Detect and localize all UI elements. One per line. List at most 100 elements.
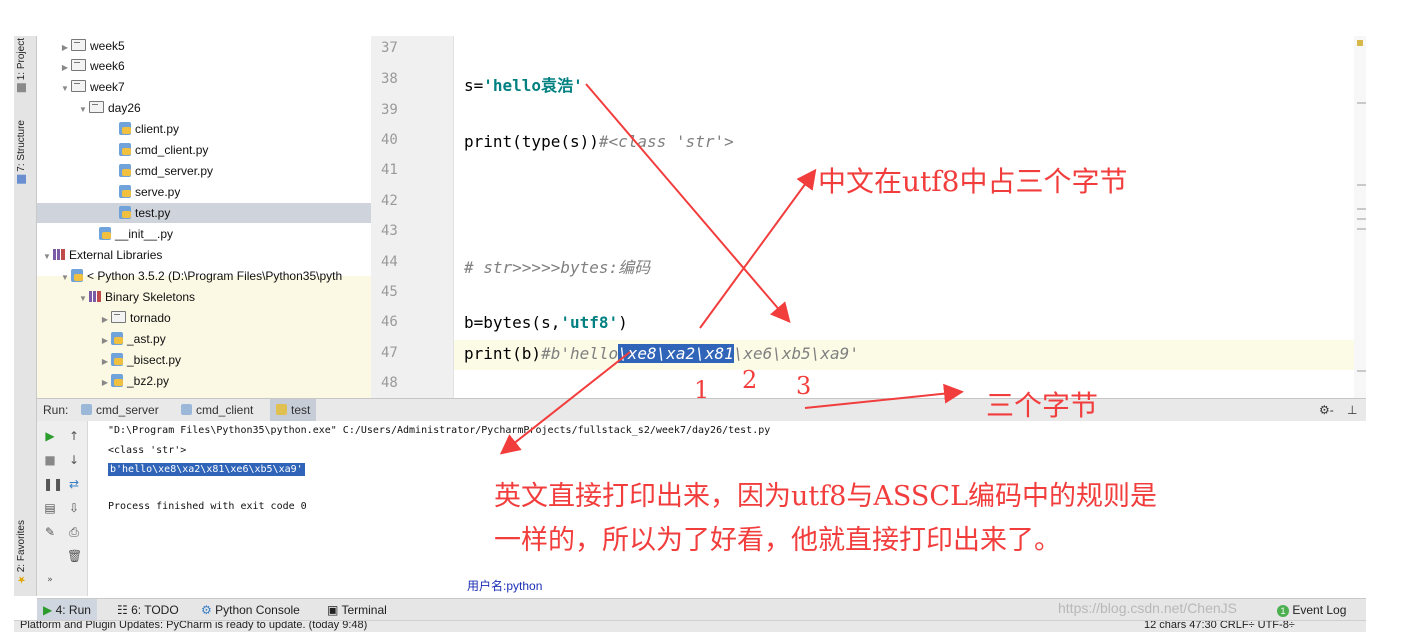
tree-item-selected[interactable]: test.py xyxy=(37,203,371,223)
line-number: 47 xyxy=(381,345,398,361)
line-number: 42 xyxy=(381,193,398,209)
line-number: 40 xyxy=(381,132,398,148)
python-file-icon xyxy=(119,164,131,177)
annotation-number-1: 1 xyxy=(694,376,710,404)
tree-item[interactable]: cmd_server.py xyxy=(37,161,371,181)
console-output: <class 'str'> xyxy=(108,445,187,456)
print-icon[interactable]: ⎙ xyxy=(67,525,81,539)
event-log-button[interactable]: 1 Event Log xyxy=(1277,599,1346,621)
python-file-icon xyxy=(119,206,131,219)
tree-item[interactable]: ▼ External Libraries xyxy=(37,245,371,265)
folder-icon xyxy=(111,311,126,323)
terminal-icon: ▣ xyxy=(327,603,339,617)
pause-icon[interactable]: ❚❚ xyxy=(43,477,63,491)
stop-icon[interactable]: ■ xyxy=(43,453,57,467)
left-tool-strip: 1: Project 7: Structure ★2: Favorites xyxy=(14,36,37,596)
console-command: "D:\Program Files\Python35\python.exe" C… xyxy=(108,425,771,436)
more-icon[interactable]: » xyxy=(43,573,57,587)
folder-icon xyxy=(89,101,104,113)
tree-item[interactable]: ▶ _bz2.py xyxy=(37,371,371,391)
tree-item[interactable]: __init__.py xyxy=(37,224,371,244)
selected-bytes[interactable]: \xe8\xa2\x81 xyxy=(618,344,734,363)
bottom-tab-python-console[interactable]: ⚙ Python Console xyxy=(201,599,300,621)
python-file-icon xyxy=(99,227,111,240)
run-settings-button[interactable]: ⚙- xyxy=(1313,399,1340,421)
annotation-explanation-line1: 英文直接打印出来，因为utf8与ASSCL编码中的规则是 xyxy=(494,481,1158,512)
folder-icon xyxy=(71,39,86,51)
annotation-explanation-line2: 一样的，所以为了好看，他就直接打印出来了。 xyxy=(494,525,1061,556)
line-number: 45 xyxy=(381,284,398,300)
python-file-icon xyxy=(119,143,131,156)
pin-icon[interactable]: ✎ xyxy=(43,525,57,539)
run-tab-cmd-server[interactable]: cmd_server xyxy=(75,399,165,421)
tree-item[interactable]: ▶ tornado xyxy=(37,308,371,328)
tree-item[interactable]: ▼ Binary Skeletons xyxy=(37,287,371,307)
run-tab-test[interactable]: test xyxy=(270,399,317,421)
tree-item[interactable]: ▼ day26 xyxy=(37,98,371,118)
todo-icon: ☷ xyxy=(117,603,128,617)
structure-tool-tab[interactable]: 7: Structure xyxy=(16,120,27,184)
tree-item[interactable]: ▶ week5 xyxy=(37,36,371,56)
rerun-icon[interactable]: ▶ xyxy=(43,429,57,443)
python-file-icon xyxy=(119,122,131,135)
line-number: 44 xyxy=(381,254,398,270)
code-line-46: b=bytes(s,'utf8') xyxy=(464,313,628,332)
layout-icon[interactable]: ▤ xyxy=(43,501,57,515)
editor-error-stripe[interactable] xyxy=(1354,36,1366,398)
bottom-tab-run[interactable]: ▶ 4: Run xyxy=(37,599,97,621)
tree-item[interactable]: ▶ _ast.py xyxy=(37,329,371,349)
wrap-icon[interactable]: ⇄ xyxy=(67,477,81,491)
scroll-up-icon[interactable]: ↑ xyxy=(67,429,81,443)
run-icon: ▶ xyxy=(43,603,53,617)
bottom-tab-todo[interactable]: ☷ 6: TODO xyxy=(117,599,179,621)
status-info[interactable]: 12 chars 47:30 CRLF÷ UTF-8÷ xyxy=(1144,621,1295,631)
code-line-38: s='hello袁浩' xyxy=(464,76,583,95)
code-editor[interactable]: s='hello袁浩' print(type(s))#<class 'str'>… xyxy=(454,36,1354,398)
annotation-utf8-note: 中文在utf8中占三个字节 xyxy=(818,165,1128,198)
scroll-down-icon[interactable]: ↓ xyxy=(67,453,81,467)
python-run-icon xyxy=(276,404,287,415)
warning-marker[interactable] xyxy=(1357,40,1363,46)
code-line-44: # str>>>>>bytes:编码 xyxy=(464,258,651,277)
line-number: 37 xyxy=(381,40,398,56)
stripe-marker xyxy=(1357,370,1366,372)
tree-item[interactable]: ▶ week6 xyxy=(37,56,371,76)
code-line-47: print(b)#b'hello\xe8\xa2\x81\xe6\xb5\xa9… xyxy=(464,344,859,363)
bottom-tab-terminal[interactable]: ▣ Terminal xyxy=(327,599,387,621)
code-line-40: print(type(s))#<class 'str'> xyxy=(464,132,734,151)
folder-icon xyxy=(71,59,86,71)
tree-item[interactable]: cmd_client.py xyxy=(37,140,371,160)
folder-icon xyxy=(71,80,86,92)
console-output-selected: b'hello\xe8\xa2\x81\xe6\xb5\xa9' xyxy=(108,463,305,476)
username-label: 用户名:python xyxy=(467,579,543,593)
event-log-badge: 1 xyxy=(1277,605,1289,617)
python-sdk-icon xyxy=(71,269,83,282)
library-icon xyxy=(53,249,65,260)
python-file-icon xyxy=(111,374,123,387)
run-toolbar: ▶ ↑ ■ ↓ ❚❚ ⇄ ▤ ⇩ ✎ ⎙ 🗑 » xyxy=(37,421,88,596)
python-file-icon xyxy=(119,185,131,198)
library-icon xyxy=(89,291,101,302)
run-tab-cmd-client[interactable]: cmd_client xyxy=(175,399,259,421)
hide-panel-button[interactable]: ⊥ xyxy=(1341,399,1363,421)
stripe-marker xyxy=(1357,184,1366,186)
favorites-tool-tab[interactable]: ★2: Favorites xyxy=(16,520,27,584)
line-number: 43 xyxy=(381,223,398,239)
tree-item[interactable]: ▼ < Python 3.5.2 (D:\Program Files\Python… xyxy=(37,266,371,286)
project-tree: ▶ week5 ▶ week6 ▼ week7 ▼ day26 client.py cm… xyxy=(37,36,371,398)
scroll-end-icon[interactable]: ⇩ xyxy=(67,501,81,515)
watermark: https://blog.csdn.net/ChenJS xyxy=(1058,600,1237,616)
project-tool-tab[interactable]: 1: Project xyxy=(16,38,27,93)
status-message[interactable]: Platform and Plugin Updates: PyCharm is … xyxy=(20,621,367,631)
stripe-marker xyxy=(1357,208,1366,210)
tree-item[interactable]: client.py xyxy=(37,119,371,139)
line-number: 48 xyxy=(381,375,398,391)
run-label: Run: xyxy=(43,403,69,417)
tree-item[interactable]: serve.py xyxy=(37,182,371,202)
tree-item[interactable]: ▼ week7 xyxy=(37,77,371,97)
trash-icon[interactable]: 🗑 xyxy=(67,549,82,563)
project-icon xyxy=(17,83,27,93)
python-icon: ⚙ xyxy=(201,603,212,617)
tree-item[interactable]: ▶ _bisect.py xyxy=(37,350,371,370)
python-file-icon xyxy=(111,353,123,366)
